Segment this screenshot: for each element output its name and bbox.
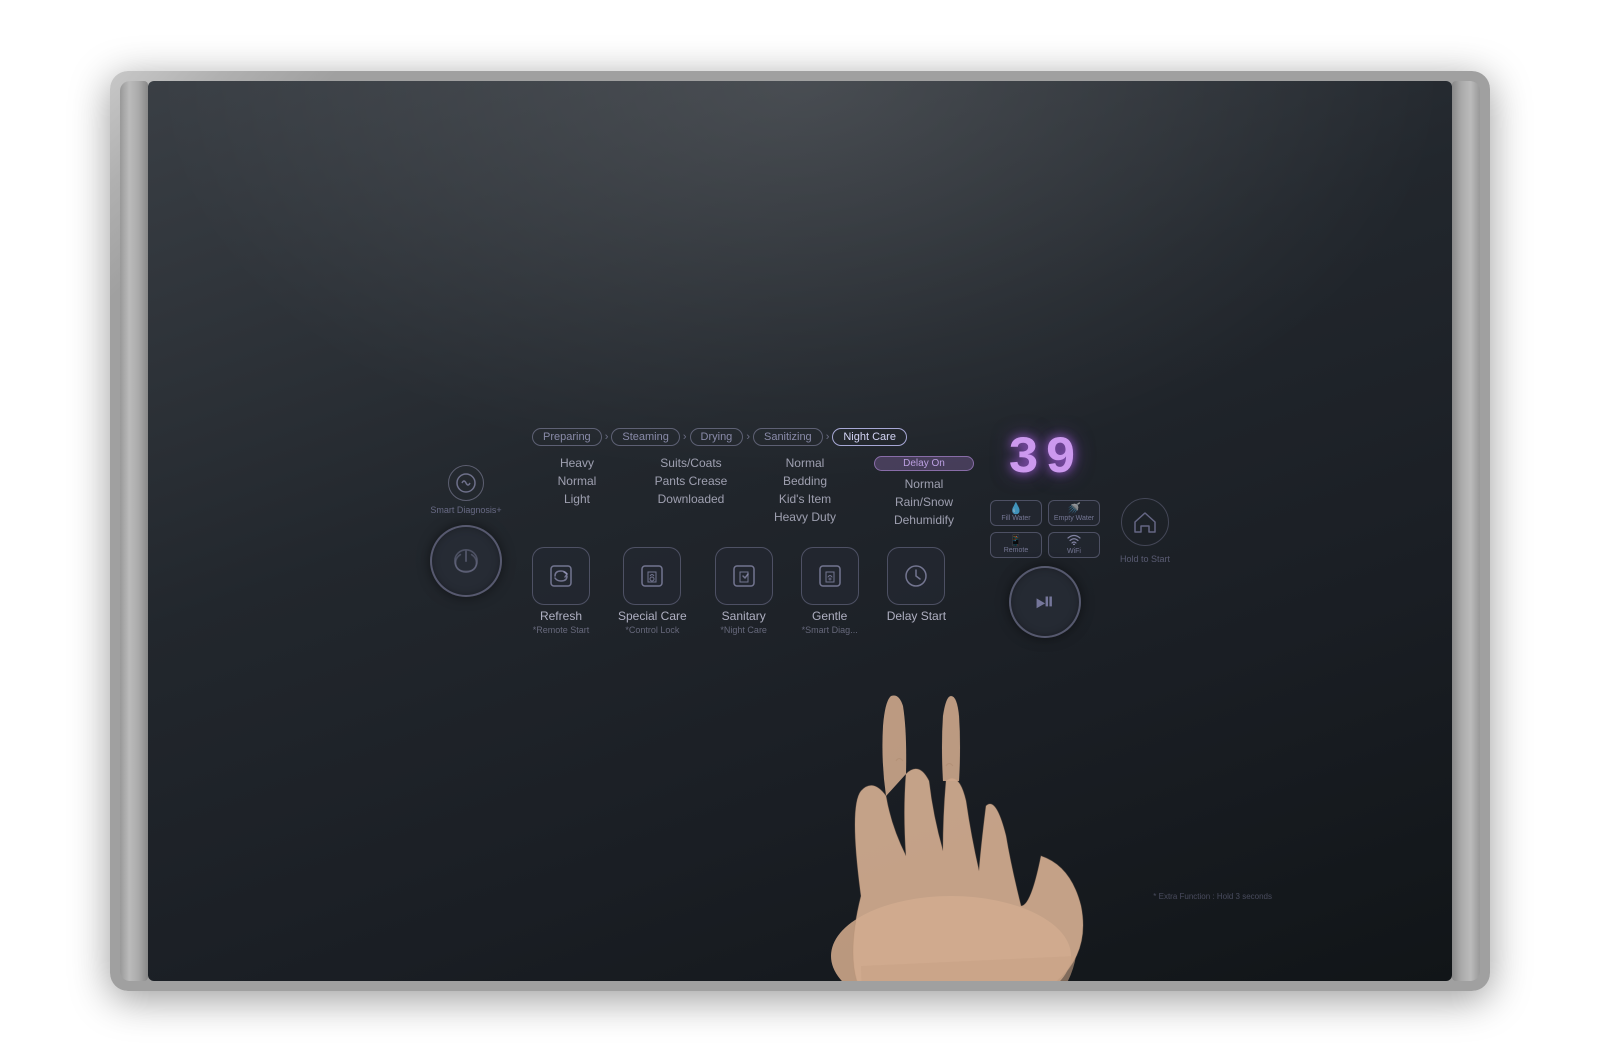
gentle-button[interactable]: Gentle *Smart Diag... <box>801 547 859 635</box>
remote-button[interactable]: 📱 Remote <box>990 532 1042 558</box>
util-row-1: 💧 Fill Water 🚿 Empty Water <box>990 500 1100 526</box>
preparing-options: Heavy Normal Light <box>532 456 622 527</box>
power-button[interactable] <box>430 525 502 597</box>
step-sanitizing[interactable]: Sanitizing <box>753 428 823 446</box>
refresh-label: Refresh <box>540 609 582 623</box>
wifi-label: WiFi <box>1067 548 1081 556</box>
smart-diag-icon <box>448 465 484 501</box>
empty-water-icon: 🚿 <box>1067 502 1081 515</box>
home-button[interactable] <box>1121 498 1169 546</box>
step-steaming[interactable]: Steaming <box>611 428 679 446</box>
arrow-4: › <box>826 431 830 443</box>
display-area: 39 <box>1000 425 1090 492</box>
hand-overlay <box>781 596 1161 981</box>
remote-icon: 📱 <box>1009 534 1023 547</box>
sanitary-sublabel: *Night Care <box>720 625 767 635</box>
hold-to-start-label: Hold to Start <box>1120 554 1170 564</box>
sanitary-icon <box>715 547 773 605</box>
sanitary-label: Sanitary <box>722 609 766 623</box>
empty-water-button[interactable]: 🚿 Empty Water <box>1048 500 1100 526</box>
extra-function-label: * Extra Function : Hold 3 seconds <box>1153 892 1272 901</box>
remote-label: Remote <box>1004 547 1029 555</box>
step-preparing[interactable]: Preparing <box>532 428 602 446</box>
refresh-button[interactable]: Refresh *Remote Start <box>532 547 590 635</box>
delay-on-badge: Delay On <box>874 456 974 471</box>
play-pause-button[interactable]: ⏯ <box>1009 566 1081 638</box>
fill-water-button[interactable]: 💧 Fill Water <box>990 500 1042 526</box>
night-care-rain: Rain/Snow <box>874 495 974 509</box>
drying-kids-item: Kid's Item <box>760 492 850 506</box>
fill-water-icon: 💧 <box>1009 502 1023 515</box>
night-care-options: Delay On Normal Rain/Snow Dehumidify <box>874 456 974 527</box>
sanitary-button[interactable]: Sanitary *Night Care <box>715 547 773 635</box>
step-drying[interactable]: Drying <box>690 428 744 446</box>
preparing-normal: Normal <box>532 474 622 488</box>
wifi-icon <box>1067 533 1081 548</box>
preparing-heavy: Heavy <box>532 456 622 470</box>
smart-diag-label: Smart Diagnosis+ <box>430 505 501 516</box>
controls-area: Smart Diagnosis+ Preparing <box>148 425 1452 638</box>
refresh-sublabel: *Remote Start <box>533 625 590 635</box>
bottom-buttons: Refresh *Remote Start <box>532 547 946 635</box>
delay-start-label: Delay Start <box>887 609 946 623</box>
drying-heavy-duty: Heavy Duty <box>760 510 850 524</box>
special-care-label: Special Care <box>618 609 687 623</box>
smart-diagnosis: Smart Diagnosis+ <box>430 465 501 516</box>
preparing-light: Light <box>532 492 622 506</box>
appliance-panel: Smart Diagnosis+ Preparing <box>110 71 1490 991</box>
arrow-2: › <box>683 431 687 443</box>
night-care-dehumidify: Dehumidify <box>874 513 974 527</box>
special-care-button[interactable]: Special Care *Control Lock <box>618 547 687 635</box>
far-right-section: Hold to Start <box>1120 498 1170 564</box>
gentle-icon <box>801 547 859 605</box>
program-steps: Preparing › Steaming › Drying › Sanitizi… <box>532 428 907 446</box>
play-pause-icon: ⏯ <box>1035 588 1054 616</box>
left-section: Smart Diagnosis+ <box>430 465 502 598</box>
gentle-label: Gentle <box>812 609 847 623</box>
fill-water-label: Fill Water <box>1001 515 1030 523</box>
special-care-sublabel: *Control Lock <box>625 625 679 635</box>
control-panel: Smart Diagnosis+ Preparing <box>148 81 1452 981</box>
night-care-normal: Normal <box>874 477 974 491</box>
empty-water-label: Empty Water <box>1054 515 1094 523</box>
steaming-suits: Suits/Coats <box>646 456 736 470</box>
steaming-downloaded: Downloaded <box>646 492 736 506</box>
drying-normal: Normal <box>760 456 850 470</box>
step-night-care[interactable]: Night Care <box>832 428 907 446</box>
drying-bedding: Bedding <box>760 474 850 488</box>
steaming-pants: Pants Crease <box>646 474 736 488</box>
special-care-icon <box>623 547 681 605</box>
drying-options: Normal Bedding Kid's Item Heavy Duty <box>760 456 850 527</box>
arrow-3: › <box>746 431 750 443</box>
left-rail <box>120 81 148 981</box>
gentle-sublabel: *Smart Diag... <box>802 625 858 635</box>
util-row-2: 📱 Remote <box>990 532 1100 558</box>
right-section: 39 💧 Fill Water 🚿 Empty Water <box>990 425 1100 638</box>
refresh-icon <box>532 547 590 605</box>
utility-buttons: 💧 Fill Water 🚿 Empty Water 📱 Remote <box>990 500 1100 558</box>
arrow-1: › <box>605 431 609 443</box>
wifi-button[interactable]: WiFi <box>1048 532 1100 558</box>
right-rail <box>1452 81 1480 981</box>
sub-options: Heavy Normal Light Suits/Coats Pants Cre… <box>532 456 974 527</box>
steaming-options: Suits/Coats Pants Crease Downloaded <box>646 456 736 527</box>
delay-start-button[interactable]: Delay Start <box>887 547 946 625</box>
timer-display: 39 <box>1008 429 1082 488</box>
center-section: Preparing › Steaming › Drying › Sanitizi… <box>532 428 974 635</box>
delay-start-icon <box>887 547 945 605</box>
